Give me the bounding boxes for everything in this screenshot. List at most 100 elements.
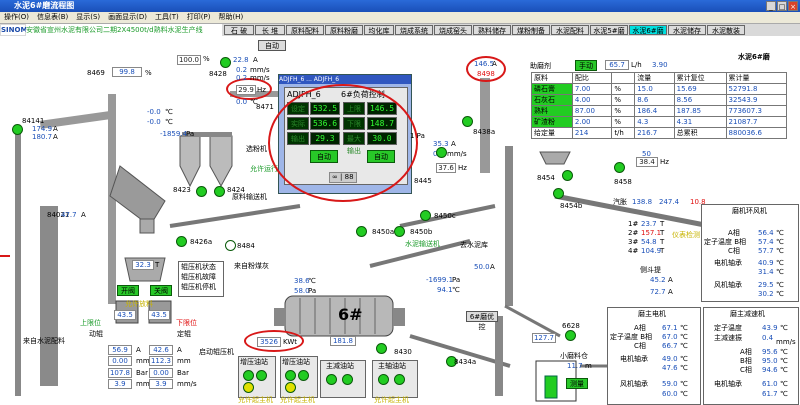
motor-6628-icon[interactable] xyxy=(565,330,576,341)
rt-hz[interactable]: 38.4 xyxy=(636,157,658,167)
tab-stack[interactable]: 长 堆 xyxy=(255,25,285,35)
tab-homogenizing[interactable]: 均化库 xyxy=(364,25,394,35)
mid-current-unit: A xyxy=(451,140,456,148)
gate-open-button[interactable]: 开阀 xyxy=(117,285,139,296)
roll-press-b[interactable]: 0.00 xyxy=(149,368,173,378)
tab-burning[interactable]: 烧成系统 xyxy=(395,25,433,35)
motor-8450a-icon[interactable] xyxy=(356,226,367,237)
tab-raw-grinding[interactable]: 原料粉磨 xyxy=(325,25,363,35)
lube-dot1-icon[interactable] xyxy=(326,374,337,385)
shaft-dot1-icon[interactable] xyxy=(378,374,389,385)
oil-a-dot3-icon[interactable] xyxy=(243,382,254,393)
mat-flow: 4.3 xyxy=(634,116,675,128)
menu-item-print[interactable]: 打印(P) xyxy=(183,12,215,23)
mid-hz[interactable]: 37.6 xyxy=(436,163,456,173)
shaft-dot2-icon[interactable] xyxy=(394,374,405,385)
swell-v2: 247.4 xyxy=(659,198,680,206)
motor-8454-icon[interactable] xyxy=(562,170,573,181)
mr-row-l: 电机轴承 xyxy=(714,380,742,388)
maximize-button[interactable]: □ xyxy=(777,1,787,11)
measure-button[interactable]: 测量 xyxy=(566,378,588,389)
mat-pct: % xyxy=(611,116,636,128)
mat-ratio[interactable]: 87.00 xyxy=(571,105,613,117)
value-100[interactable]: 100.0 xyxy=(177,55,201,65)
menu-item-info[interactable]: 信息表(B) xyxy=(33,12,72,23)
menu-item-screen[interactable]: 画面显示(D) xyxy=(104,12,151,23)
roll-vib-b[interactable]: 3.9 xyxy=(149,379,173,389)
total-unit: t/h xyxy=(611,127,636,139)
minimize-button[interactable]: _ xyxy=(766,1,776,11)
ring-row-u: ℃ xyxy=(776,281,784,289)
roll-gap-a[interactable]: 0.00 xyxy=(108,356,132,366)
menu-item-display[interactable]: 显示(S) xyxy=(72,12,104,23)
menu-item-help[interactable]: 帮助(H) xyxy=(214,12,247,23)
roll-current-b[interactable]: 42.6 xyxy=(149,345,173,355)
roll-gap-b[interactable]: 112.3 xyxy=(149,356,173,366)
motor-8423-icon[interactable] xyxy=(196,186,207,197)
mm-row-u: ℃ xyxy=(680,380,688,388)
tab-clinker-storage[interactable]: 熟料储存 xyxy=(473,25,511,35)
motor-8450b-icon[interactable] xyxy=(394,226,405,237)
fan-8458-icon[interactable] xyxy=(614,162,625,173)
auto-button-top[interactable]: 自动 xyxy=(258,40,286,51)
oil-b-dot1-icon[interactable] xyxy=(285,370,296,381)
motor-8450c-icon[interactable] xyxy=(420,210,431,221)
gate-close-button[interactable]: 关阀 xyxy=(150,285,172,296)
oil-b-dot2-icon[interactable] xyxy=(298,370,309,381)
right-hopper xyxy=(539,151,571,165)
cement-belt-label: 水泥输送机 xyxy=(405,240,440,248)
tab-cement-dosing[interactable]: 水泥配料 xyxy=(551,25,589,35)
motor-8426a-icon[interactable] xyxy=(176,236,187,247)
valve-8428-icon[interactable] xyxy=(220,57,231,68)
lube-dot2-icon[interactable] xyxy=(342,374,353,385)
motor-8424-icon[interactable] xyxy=(214,186,225,197)
mill-flow[interactable]: 181.8 xyxy=(330,336,356,346)
menu-item-tools[interactable]: 工具(T) xyxy=(151,12,183,23)
mat-ratio[interactable]: 4.00 xyxy=(571,94,613,106)
fan-84141-icon[interactable] xyxy=(12,124,23,135)
roll-press-a[interactable]: 107.8 xyxy=(108,368,132,378)
fan-8445-icon[interactable] xyxy=(436,147,447,158)
ring-row-v: 29.5 xyxy=(758,281,774,289)
fix-roll-value[interactable]: 43.5 xyxy=(148,310,170,320)
tag-8428: 8428 xyxy=(209,70,227,78)
ring-row-u: ℃ xyxy=(776,290,784,298)
tab-kiln-head[interactable]: 烧成窑头 xyxy=(434,25,472,35)
value-8469[interactable]: 99.8 xyxy=(112,67,142,77)
move-roll-value[interactable]: 43.5 xyxy=(114,310,136,320)
tab-cement-bulk[interactable]: 水泥散装 xyxy=(707,25,745,35)
roll-gap-a-unit: mm xyxy=(136,357,150,365)
menu-item-operate[interactable]: 操作(O) xyxy=(0,12,33,23)
oil-b-dot3-icon[interactable] xyxy=(285,382,296,393)
grinding-aid-manual[interactable]: 手动 xyxy=(575,60,597,71)
roll-vib-a[interactable]: 3.9 xyxy=(108,379,132,389)
roll-current-a[interactable]: 56.9 xyxy=(108,345,132,355)
oil-a-dot2-icon[interactable] xyxy=(256,370,267,381)
hdr-reset[interactable]: 累计复位 xyxy=(673,72,727,84)
elevator-current[interactable]: 127.7 xyxy=(532,333,556,343)
tab-coal-prep[interactable]: 煤粉制备 xyxy=(512,25,550,35)
mill-opt-button[interactable]: 6#磨优控 xyxy=(466,311,498,331)
motor-8454b-icon[interactable] xyxy=(553,188,564,199)
start-roll-label[interactable]: 启动辊压机 xyxy=(199,348,234,357)
ring-fan-panel: 磨机环风机 A相 56.4 ℃ 定子温度 B相 57.4 ℃ C相 57.7 ℃ 电机轴承 4… xyxy=(701,204,799,302)
tab-crusher[interactable]: 石 破 xyxy=(224,25,254,35)
tab-cement-mill-6[interactable]: 水泥6#磨 xyxy=(629,25,667,35)
tab-cement-mill-5[interactable]: 水泥5#磨 xyxy=(590,25,628,35)
total-set[interactable]: 214 xyxy=(571,127,613,139)
bin-level[interactable]: 32.3 xyxy=(132,260,154,270)
tab-raw-dosing[interactable]: 原料配料 xyxy=(286,25,324,35)
lift-label: 侧斗提 xyxy=(640,266,661,274)
motor-8484-icon[interactable] xyxy=(225,240,236,251)
unit-22: A xyxy=(253,56,258,64)
tab-cement-storage[interactable]: 水泥储存 xyxy=(668,25,706,35)
mat-ratio[interactable]: 7.00 xyxy=(571,83,613,95)
motor-8430-icon[interactable] xyxy=(376,343,387,354)
ring-row-v: 56.4 xyxy=(758,229,774,237)
mat-ratio[interactable]: 2.00 xyxy=(571,116,613,128)
grinding-aid-flow[interactable]: 65.7 xyxy=(605,60,629,70)
upper-limit: 上限位 xyxy=(80,319,101,327)
close-button[interactable]: × xyxy=(788,1,798,11)
fan-8438a-icon[interactable] xyxy=(462,116,473,127)
oil-a-dot1-icon[interactable] xyxy=(243,370,254,381)
